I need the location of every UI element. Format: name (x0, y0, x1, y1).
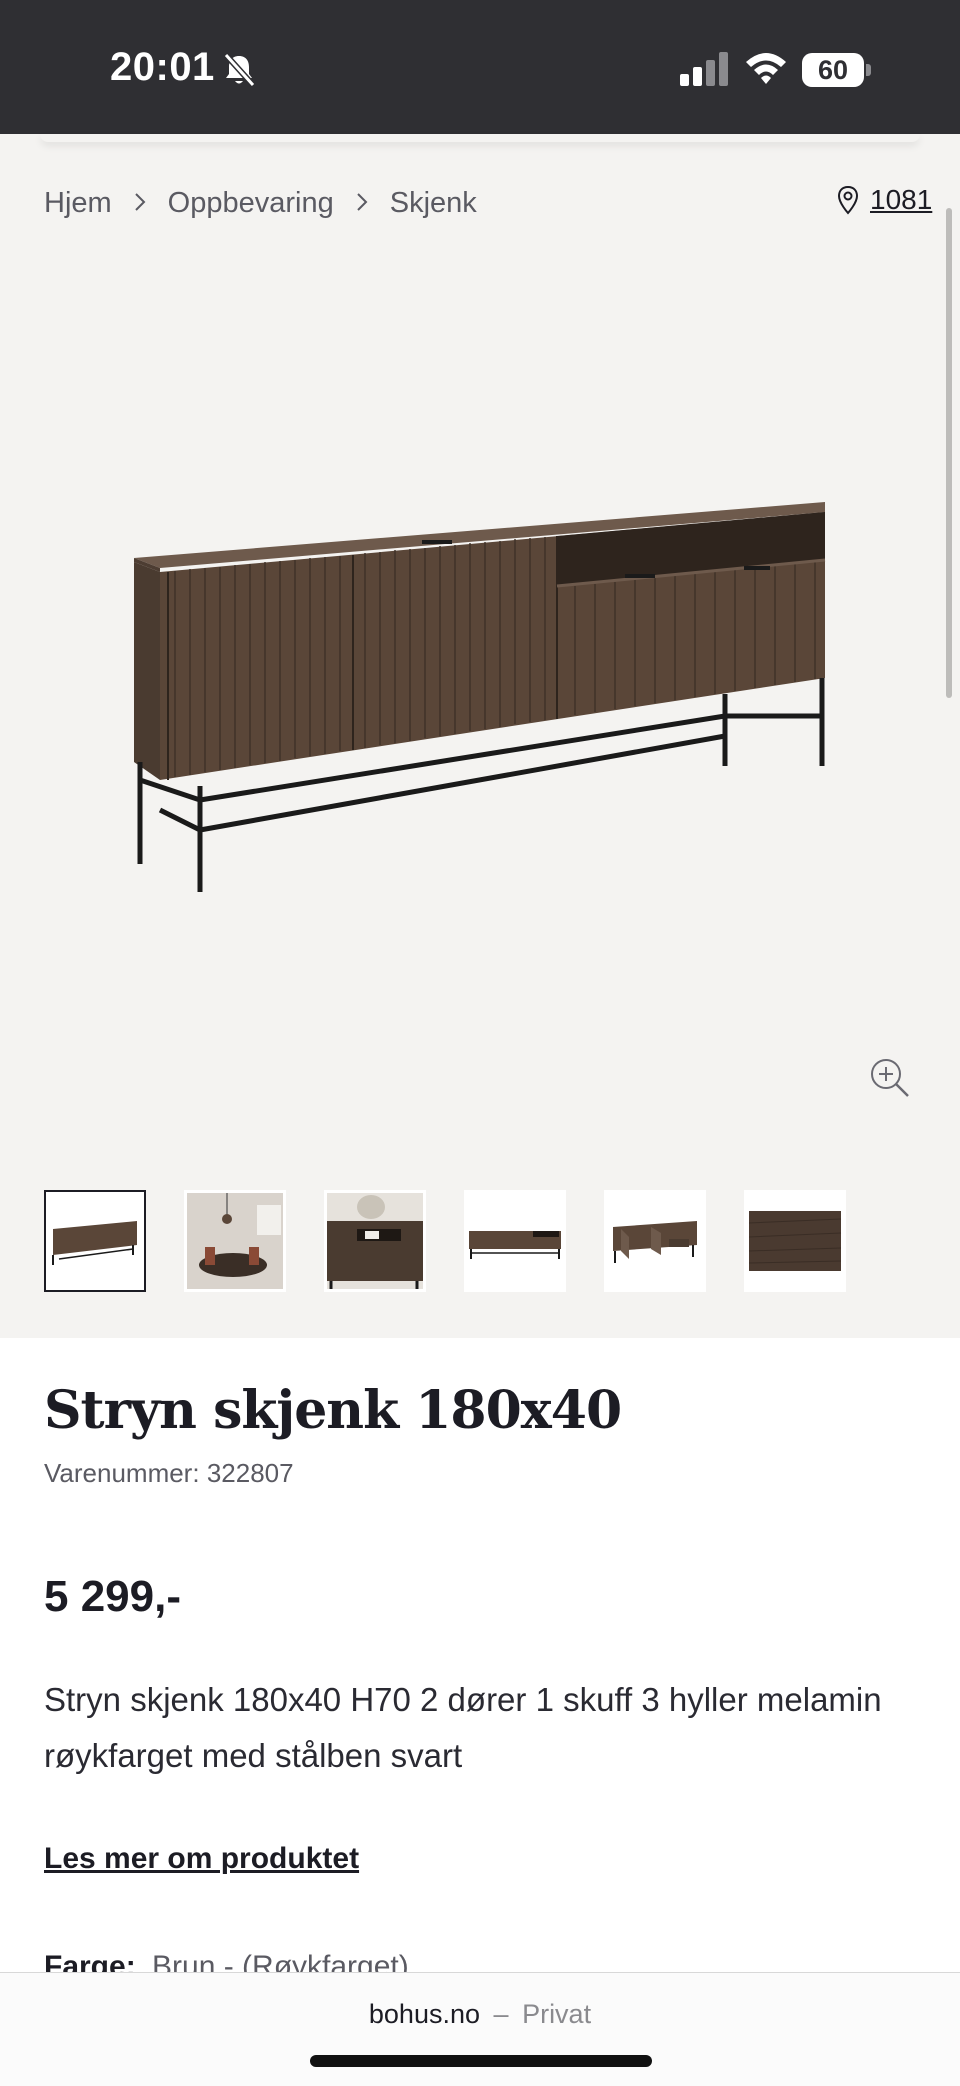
read-more-link[interactable]: Les mer om produktet (44, 1842, 359, 1876)
zoom-in-icon[interactable] (868, 1056, 912, 1100)
sku-label: Varenummer: (44, 1458, 200, 1488)
sku-value: 322807 (206, 1458, 294, 1488)
thumbnail-4[interactable] (464, 1190, 566, 1292)
header-edge (40, 134, 920, 142)
thumbnail-1[interactable] (44, 1190, 146, 1292)
thumbnail-5[interactable] (604, 1190, 706, 1292)
store-code[interactable]: 1081 (870, 184, 932, 216)
product-title: Stryn skjenk 180x40 (44, 1380, 622, 1441)
url-separator: – (493, 1999, 509, 2029)
status-time: 20:01 (110, 45, 215, 89)
signal-icon (680, 52, 728, 86)
breadcrumb-storage[interactable]: Oppbevaring (168, 187, 334, 220)
product-price: 5 299,- (44, 1572, 181, 1621)
product-description: Stryn skjenk 180x40 H70 2 dører 1 skuff … (44, 1681, 882, 1774)
product-image[interactable] (120, 480, 840, 920)
store-selector[interactable]: 1081 (836, 184, 932, 216)
url-display[interactable]: bohus.no – Privat (0, 1999, 960, 2030)
breadcrumb: Hjem Oppbevaring Skjenk (44, 186, 477, 220)
sku: Varenummer: 322807 (44, 1458, 294, 1489)
url-domain: bohus.no (368, 1999, 480, 2029)
chevron-right-icon (112, 187, 168, 220)
thumbnail-3[interactable] (324, 1190, 426, 1292)
bell-slash-icon (223, 52, 256, 88)
browser-address-bar[interactable]: bohus.no – Privat (0, 1972, 960, 2086)
thumbnail-6[interactable] (744, 1190, 846, 1292)
home-indicator[interactable] (310, 2055, 652, 2067)
private-mode-label: Privat (522, 1999, 592, 2029)
breadcrumb-home[interactable]: Hjem (44, 187, 112, 220)
thumbnail-2[interactable] (184, 1190, 286, 1292)
status-bar: 20:01 60 (0, 0, 960, 134)
battery-icon: 60 (802, 53, 871, 87)
map-pin-icon (837, 185, 859, 215)
breadcrumb-sideboard[interactable]: Skjenk (390, 187, 477, 220)
thumbnail-strip (44, 1190, 846, 1292)
scrollbar[interactable] (946, 208, 952, 698)
battery-level: 60 (817, 55, 849, 85)
wifi-icon (746, 53, 786, 84)
chevron-right-icon (334, 187, 390, 220)
